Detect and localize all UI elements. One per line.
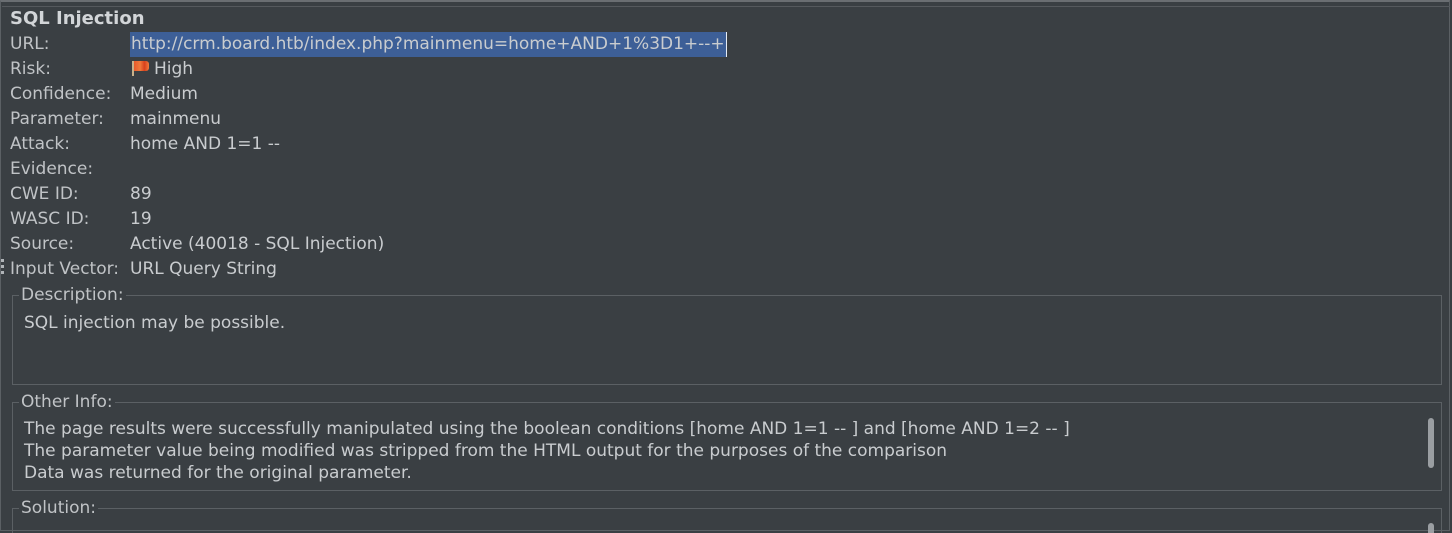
- other-info-line[interactable]: The page results were successfully manip…: [24, 418, 1070, 440]
- attack-row: Attack: home AND 1=1 --: [10, 132, 280, 157]
- input-vector-row: Input Vector: URL Query String: [10, 257, 277, 282]
- parameter-row: Parameter: mainmenu: [10, 107, 221, 132]
- risk-label: Risk:: [10, 59, 51, 79]
- evidence-row: Evidence:: [10, 157, 130, 182]
- solution-legend: Solution:: [19, 496, 98, 520]
- source-value: Active (40018 - SQL Injection): [130, 234, 385, 254]
- other-info-line[interactable]: Data was returned for the original param…: [24, 462, 412, 484]
- cwe-value: 89: [130, 184, 152, 204]
- parameter-value: mainmenu: [130, 109, 222, 129]
- url-label: URL:: [10, 34, 50, 54]
- risk-row: Risk: High: [10, 57, 193, 82]
- description-legend: Description:: [19, 283, 126, 307]
- source-label: Source:: [10, 234, 75, 254]
- other-info-scrollbar[interactable]: [1428, 418, 1434, 468]
- parameter-label: Parameter:: [10, 109, 104, 129]
- risk-value: High: [154, 59, 194, 79]
- wasc-value: 19: [130, 209, 152, 229]
- attack-value: home AND 1=1 --: [130, 134, 280, 154]
- drag-handle-icon[interactable]: [0, 259, 4, 279]
- panel-divider: [2, 6, 1450, 7]
- other-info-box: Other Info: The page results were succes…: [12, 390, 1442, 491]
- cwe-row: CWE ID: 89: [10, 182, 152, 207]
- evidence-label: Evidence:: [10, 159, 94, 179]
- input-vector-label: Input Vector:: [10, 259, 120, 279]
- wasc-label: WASC ID:: [10, 209, 90, 229]
- solution-scrollbar[interactable]: [1428, 523, 1434, 533]
- other-info-legend: Other Info:: [19, 390, 115, 414]
- attack-label: Attack:: [10, 134, 70, 154]
- url-value[interactable]: http://crm.board.htb/index.php?mainmenu=…: [130, 32, 727, 57]
- other-info-line[interactable]: The parameter value being modified was s…: [24, 440, 947, 462]
- description-box: Description: SQL injection may be possib…: [12, 283, 1442, 385]
- source-row: Source: Active (40018 - SQL Injection): [10, 232, 384, 257]
- alert-title: SQL Injection: [10, 8, 145, 29]
- wasc-row: WASC ID: 19: [10, 207, 152, 232]
- description-text[interactable]: SQL injection may be possible.: [24, 312, 285, 334]
- confidence-label: Confidence:: [10, 84, 112, 104]
- flag-icon: [130, 60, 150, 76]
- solution-box: Solution:: [12, 496, 1442, 533]
- input-vector-value: URL Query String: [130, 259, 277, 279]
- confidence-value: Medium: [130, 84, 198, 104]
- cwe-label: CWE ID:: [10, 184, 79, 204]
- url-row: URL: http://crm.board.htb/index.php?mainm…: [10, 32, 727, 57]
- confidence-row: Confidence: Medium: [10, 82, 198, 107]
